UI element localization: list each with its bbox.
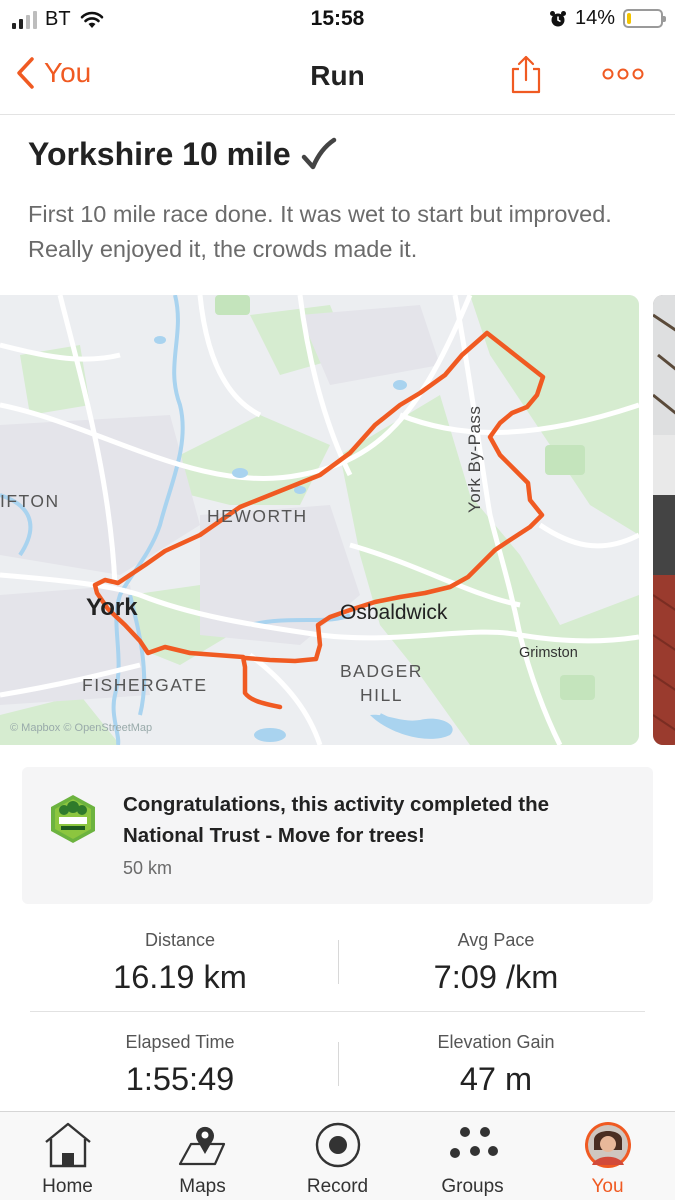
stat-elevation-gain: Elevation Gain 47 m [338, 1032, 654, 1098]
move-for-trees-badge-icon [51, 795, 95, 843]
stat-value: 47 m [459, 1061, 533, 1097]
more-options-icon[interactable] [600, 64, 646, 84]
tab-label: Home [42, 1176, 93, 1197]
check-mark-icon [301, 137, 336, 169]
alarm-icon [549, 10, 566, 26]
activity-title-text: Yorkshire 10 mile [28, 136, 291, 172]
stat-label: Elevation Gain [437, 1032, 555, 1052]
activity-photo-peek[interactable] [653, 295, 675, 745]
battery-icon [623, 9, 666, 28]
map-label-hill: HILL [360, 685, 403, 705]
avatar [585, 1122, 631, 1168]
stat-value: 16.19 km [113, 959, 247, 995]
stat-row-divider [30, 1011, 645, 1012]
stat-elapsed-time: Elapsed Time 1:55:49 [22, 1032, 338, 1098]
tab-label: Groups [441, 1176, 504, 1197]
tab-label: You [591, 1176, 624, 1197]
status-right: 14% [549, 7, 666, 30]
record-icon [315, 1122, 361, 1168]
achievement-card[interactable]: Congratulations, this activity completed… [22, 767, 653, 904]
stat-value: 7:09 /km [433, 959, 559, 995]
achievement-text: Congratulations, this activity completed… [123, 793, 550, 847]
achievement-distance: 50 km [123, 858, 173, 878]
map-label-badger: BADGER [340, 661, 423, 681]
tab-you[interactable]: You [540, 1112, 675, 1200]
groups-icon [450, 1127, 498, 1158]
tab-label: Maps [179, 1176, 226, 1197]
stat-value: 1:55:49 [125, 1061, 235, 1097]
share-icon[interactable] [508, 54, 544, 94]
map-attribution: © Mapbox © OpenStreetMap [10, 722, 153, 734]
map-label-heworth: HEWORTH [207, 506, 308, 526]
activity-title: Yorkshire 10 mile [28, 136, 337, 173]
tab-home[interactable]: Home [0, 1112, 135, 1200]
stat-label: Avg Pace [457, 930, 535, 950]
home-icon [45, 1122, 91, 1168]
map-label-grimston: Grimston [519, 645, 578, 661]
activity-description: First 10 mile race done. It was wet to s… [28, 201, 612, 262]
map-label-fishergate: FISHERGATE [82, 675, 208, 695]
tab-bar: Home Maps Record Groups You [0, 1111, 675, 1200]
nav-bar: You Run [0, 40, 675, 115]
map-label-york: York [86, 594, 138, 621]
photo-thumbnail [653, 295, 675, 745]
battery-percent: 14% [574, 7, 615, 29]
page-title: Run [310, 60, 365, 91]
tab-groups[interactable]: Groups [405, 1112, 540, 1200]
map-label-clifton: IFTON [0, 491, 60, 511]
map-label-bypass: York By-Pass [465, 405, 484, 513]
battery-level [627, 13, 632, 24]
tab-maps[interactable]: Maps [135, 1112, 270, 1200]
stat-label: Distance [144, 930, 216, 950]
stat-avg-pace: Avg Pace 7:09 /km [338, 930, 654, 996]
route-map[interactable]: IFTON HEWORTH York Osbaldwick FISHERGATE… [0, 295, 639, 745]
stat-distance: Distance 16.19 km [22, 930, 338, 996]
map-pin-icon [178, 1126, 226, 1166]
status-bar: BT 15:58 14% [0, 0, 675, 40]
map-label-osbaldwick: Osbaldwick [340, 601, 448, 624]
tab-label: Record [306, 1176, 369, 1197]
stat-label: Elapsed Time [125, 1032, 235, 1052]
tab-record[interactable]: Record [270, 1112, 405, 1200]
